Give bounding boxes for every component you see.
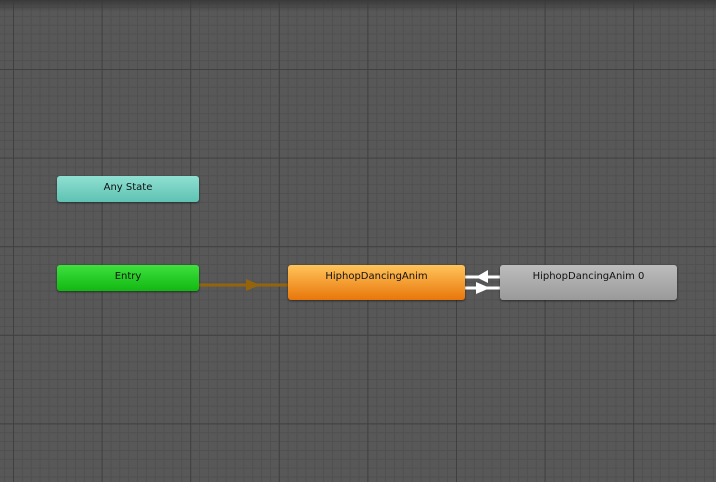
entry-node[interactable]: Entry: [57, 265, 199, 291]
state-node[interactable]: HiphopDancingAnim 0: [500, 265, 677, 300]
transitions-layer: [199, 270, 500, 294]
transition-back[interactable]: [465, 270, 500, 283]
transition-forward[interactable]: [465, 282, 500, 294]
entry-label: Entry: [114, 271, 142, 282]
state-label: HiphopDancingAnim 0: [532, 271, 645, 282]
any-state-label: Any State: [103, 182, 153, 193]
any-state-node[interactable]: Any State: [57, 176, 199, 202]
state-label: HiphopDancingAnim: [325, 271, 428, 282]
entry-transition[interactable]: [199, 279, 288, 291]
state-node-default[interactable]: HiphopDancingAnim: [288, 265, 465, 300]
